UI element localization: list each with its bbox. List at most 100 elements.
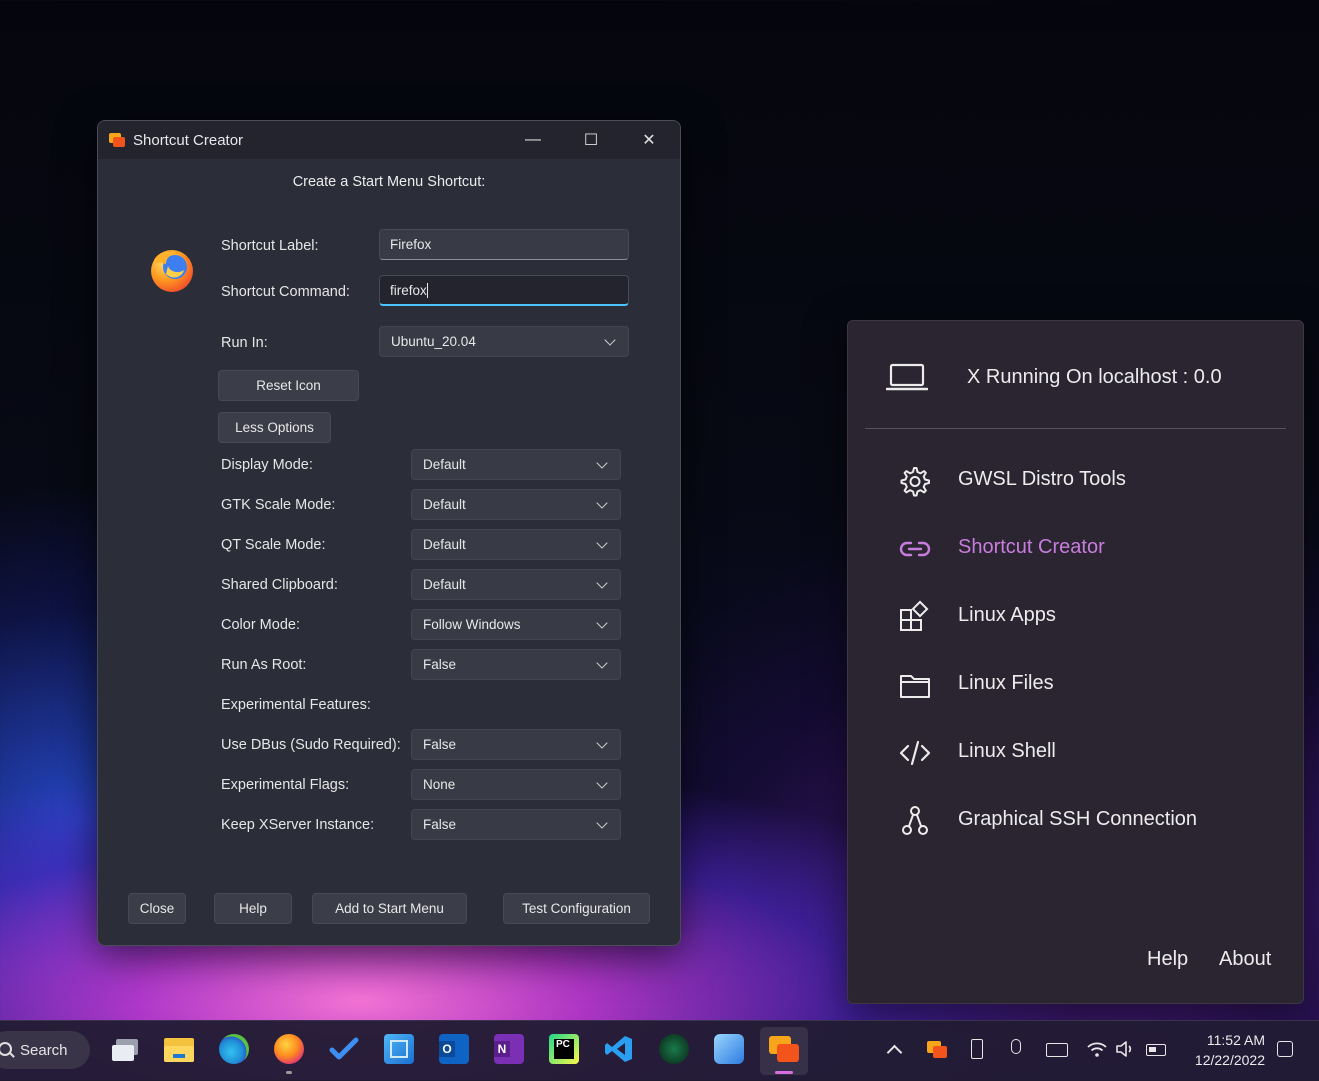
display-mode-value: Default: [423, 457, 466, 472]
run-as-root-caption: Run As Root:: [221, 657, 307, 673]
menu-item-distro-tools[interactable]: GWSL Distro Tools: [898, 460, 1278, 500]
panel-help-link[interactable]: Help: [1147, 948, 1188, 971]
wifi-icon[interactable]: [1086, 1039, 1108, 1059]
gear-icon: [900, 467, 930, 497]
clock-time: 11:52 AM: [1206, 1032, 1265, 1048]
firefox-icon[interactable]: [148, 246, 196, 294]
experimental-flags-value: None: [423, 777, 456, 792]
gwsl-taskbar-icon[interactable]: [769, 1034, 799, 1064]
test-configuration-button[interactable]: Test Configuration: [503, 893, 650, 924]
menu-item-linux-files[interactable]: Linux Files: [898, 664, 1278, 704]
running-indicator: [286, 1071, 292, 1074]
keep-xserver-caption: Keep XServer Instance:: [221, 817, 375, 833]
keep-xserver-dropdown[interactable]: False: [411, 809, 621, 840]
gwsl-panel: X Running On localhost : 0.0 GWSL Distro…: [847, 320, 1304, 1004]
experimental-flags-caption: Experimental Flags:: [221, 777, 350, 793]
close-button[interactable]: Close: [128, 893, 186, 924]
menu-item-label: Linux Files: [958, 672, 1054, 694]
code-icon: [899, 740, 931, 766]
less-options-button[interactable]: Less Options: [218, 412, 331, 443]
taskbar-search[interactable]: Search: [0, 1031, 90, 1069]
shared-clipboard-value: Default: [423, 577, 466, 592]
text-caret: [426, 283, 428, 298]
chevron-down-icon: [596, 657, 608, 669]
x-server-status: X Running On localhost : 0.0: [967, 366, 1222, 388]
search-icon: [0, 1042, 12, 1056]
todo-icon[interactable]: [329, 1034, 359, 1064]
use-dbus-caption: Use DBus (Sudo Required):: [221, 737, 401, 753]
chevron-down-icon: [596, 457, 608, 469]
keep-xserver-value: False: [423, 817, 457, 832]
chevron-down-icon: [596, 737, 608, 749]
shortcut-label-input[interactable]: Firefox: [379, 229, 629, 260]
close-window-button[interactable]: ✕: [620, 121, 678, 159]
title-bar[interactable]: Shortcut Creator — ☐ ✕: [98, 121, 680, 159]
taskbar: Search O N PC 11:52 AM 12/22/2022: [0, 1020, 1319, 1081]
add-to-start-menu-button[interactable]: Add to Start Menu: [312, 893, 467, 924]
vscode-icon[interactable]: [604, 1034, 634, 1064]
display-mode-dropdown[interactable]: Default: [411, 449, 621, 480]
shortcut-command-value: firefox: [390, 283, 427, 298]
chevron-down-icon: [596, 817, 608, 829]
color-mode-dropdown[interactable]: Follow Windows: [411, 609, 621, 640]
running-indicator-active: [775, 1071, 793, 1074]
qt-scale-dropdown[interactable]: Default: [411, 529, 621, 560]
run-in-caption: Run In:: [221, 335, 268, 351]
volume-icon[interactable]: [1115, 1040, 1135, 1058]
panel-about-link[interactable]: About: [1219, 948, 1271, 971]
qt-scale-caption: QT Scale Mode:: [221, 537, 326, 553]
menu-item-label: Shortcut Creator: [958, 536, 1105, 558]
gwsl-tray-icon[interactable]: [927, 1041, 949, 1059]
firefox-taskbar-icon[interactable]: [274, 1034, 304, 1064]
remote-desktop-icon[interactable]: [714, 1034, 744, 1064]
usb-icon[interactable]: [971, 1039, 983, 1059]
battery-icon[interactable]: [1146, 1044, 1166, 1056]
run-as-root-dropdown[interactable]: False: [411, 649, 621, 680]
gwsl-app-icon: [109, 133, 125, 147]
menu-item-label: Graphical SSH Connection: [958, 808, 1198, 830]
menu-item-linux-shell[interactable]: Linux Shell: [898, 732, 1278, 772]
gtk-scale-value: Default: [423, 497, 466, 512]
chevron-down-icon: [596, 577, 608, 589]
gtk-scale-dropdown[interactable]: Default: [411, 489, 621, 520]
gtk-scale-caption: GTK Scale Mode:: [221, 497, 336, 513]
maximize-button[interactable]: ☐: [562, 121, 620, 159]
microphone-icon[interactable]: [1011, 1039, 1021, 1054]
help-button[interactable]: Help: [214, 893, 292, 924]
store-icon[interactable]: [384, 1034, 414, 1064]
menu-item-graphical-ssh[interactable]: Graphical SSH Connection: [898, 800, 1278, 840]
clock-date: 12/22/2022: [1194, 1052, 1265, 1068]
menu-item-linux-apps[interactable]: Linux Apps: [898, 596, 1278, 636]
shortcut-command-input[interactable]: firefox: [379, 275, 629, 306]
pycharm-icon[interactable]: PC: [549, 1034, 579, 1064]
network-icon: [902, 806, 928, 835]
minimize-button[interactable]: —: [504, 121, 562, 159]
outlook-icon[interactable]: O: [439, 1034, 469, 1064]
taskbar-clock[interactable]: 11:52 AM 12/22/2022: [1180, 1030, 1265, 1070]
shortcut-label-value: Firefox: [390, 237, 432, 252]
run-in-dropdown[interactable]: Ubuntu_20.04: [379, 326, 629, 357]
color-mode-value: Follow Windows: [423, 617, 521, 632]
apps-icon: [900, 600, 929, 631]
shortcut-creator-window: Shortcut Creator — ☐ ✕ Create a Start Me…: [97, 120, 681, 946]
onenote-icon[interactable]: N: [494, 1034, 524, 1064]
reset-icon-button[interactable]: Reset Icon: [218, 370, 359, 401]
panel-divider: [865, 428, 1286, 429]
keyboard-icon[interactable]: [1046, 1043, 1068, 1057]
folder-icon: [900, 675, 930, 698]
notification-icon[interactable]: [1277, 1041, 1293, 1057]
use-dbus-dropdown[interactable]: False: [411, 729, 621, 760]
chevron-down-icon: [596, 617, 608, 629]
edge-browser-icon[interactable]: [219, 1034, 249, 1064]
shortcut-label-caption: Shortcut Label:: [221, 238, 319, 254]
shared-clipboard-dropdown[interactable]: Default: [411, 569, 621, 600]
shortcut-command-caption: Shortcut Command:: [221, 284, 350, 300]
run-in-value: Ubuntu_20.04: [391, 334, 476, 349]
menu-item-shortcut-creator[interactable]: Shortcut Creator: [898, 528, 1278, 568]
task-view-icon[interactable]: [110, 1037, 140, 1063]
display-mode-caption: Display Mode:: [221, 457, 313, 473]
experimental-flags-dropdown[interactable]: None: [411, 769, 621, 800]
app-icon[interactable]: [659, 1034, 689, 1064]
file-explorer-icon[interactable]: [164, 1034, 194, 1064]
chevron-up-icon[interactable]: [886, 1041, 903, 1061]
